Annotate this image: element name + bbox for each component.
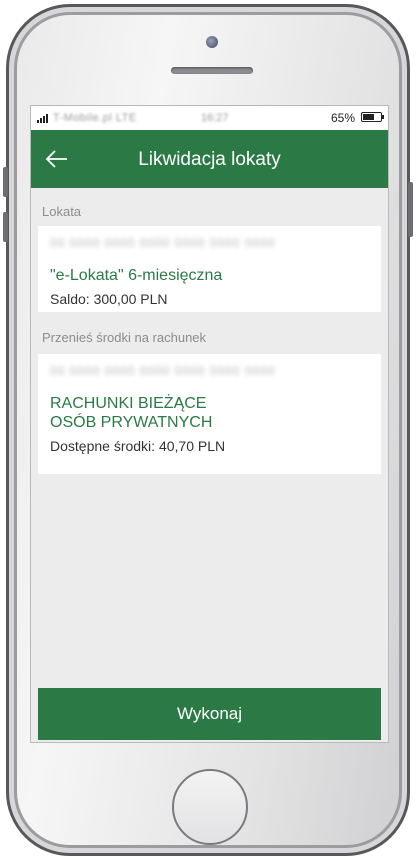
camera [206, 36, 218, 48]
execute-button[interactable]: Wykonaj [38, 688, 381, 740]
target-available-funds: Dostępne środki: 40,70 PLN [50, 438, 226, 454]
carrier-name: T-Mobile.pl LTE [53, 112, 137, 124]
speaker-grille [171, 67, 253, 74]
volume-button [3, 212, 8, 242]
target-account-name-line2: OSÓB PRYWATNYCH [50, 414, 213, 431]
power-button [408, 182, 413, 237]
home-button[interactable] [172, 769, 248, 845]
deposit-card[interactable]: 00 0000 0000 0000 0000 0000 0000 "e-Loka… [38, 226, 381, 312]
app-screen: T-Mobile.pl LTE 16:27 65% Likwidacja lok… [30, 105, 389, 743]
deposit-account-number: 00 0000 0000 0000 0000 0000 0000 [50, 236, 276, 250]
volume-button [3, 167, 8, 197]
deposit-section-label: Lokata [42, 204, 82, 219]
target-account-card[interactable]: 00 0000 0000 0000 0000 0000 0000 RACHUNK… [38, 354, 381, 474]
status-bar: T-Mobile.pl LTE 16:27 65% [31, 106, 388, 130]
app-header: Likwidacja lokaty [31, 130, 388, 188]
target-account-name-line1: RACHUNKI BIEŻĄCE [50, 395, 207, 412]
target-account-number: 00 0000 0000 0000 0000 0000 0000 [50, 364, 276, 378]
deposit-balance: Saldo: 300,00 PLN [50, 291, 168, 307]
status-time: 16:27 [201, 112, 229, 124]
transfer-section-label: Przenieś środki na rachunek [42, 330, 207, 345]
battery-icon [361, 112, 384, 122]
signal-icon [37, 114, 48, 123]
deposit-name: "e-Lokata" 6-miesięczna [50, 267, 223, 284]
page-title: Likwidacja lokaty [138, 149, 281, 170]
battery-percent: 65% [330, 111, 355, 125]
